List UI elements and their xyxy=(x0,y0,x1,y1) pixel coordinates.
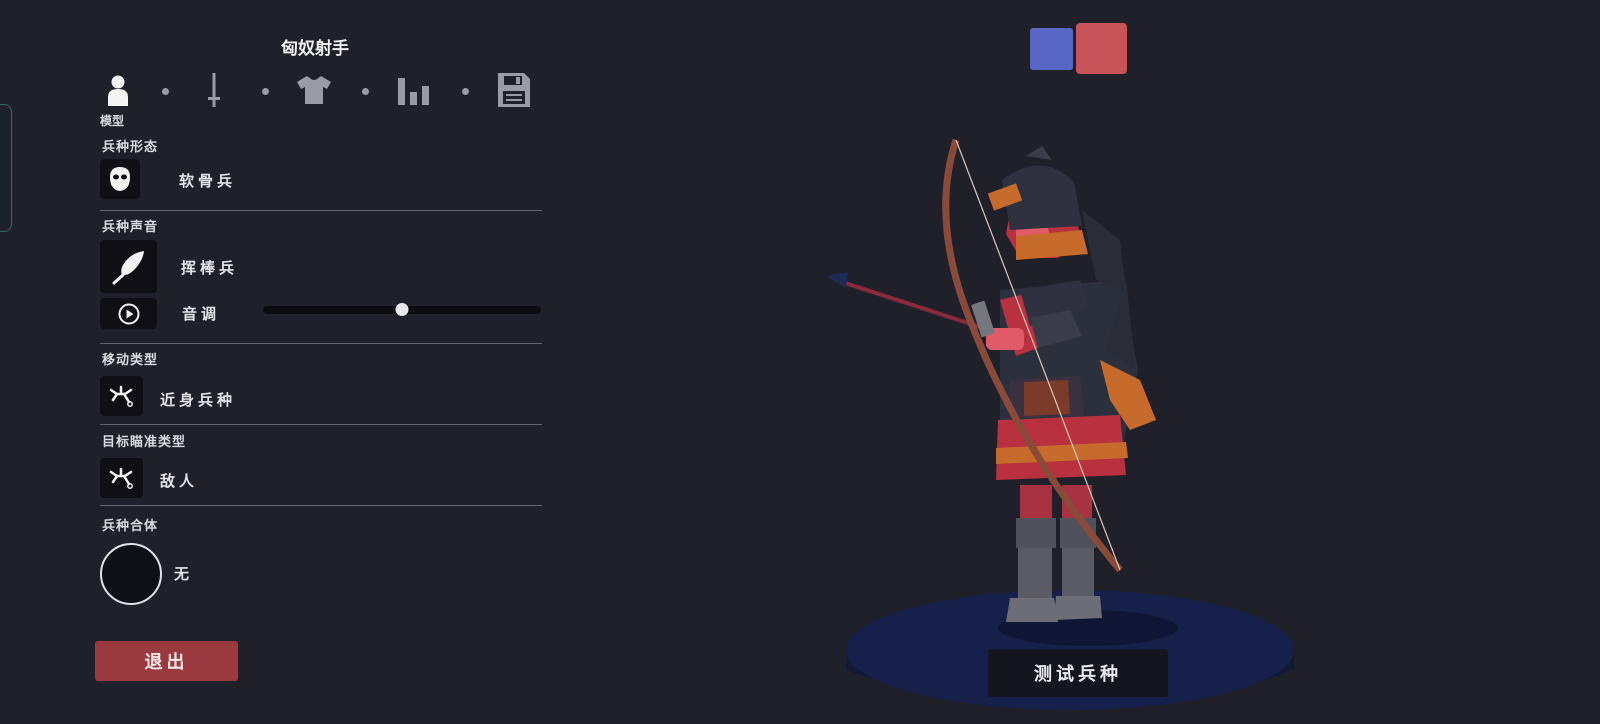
pitch-label: 音调 xyxy=(182,305,221,323)
test-unit-button[interactable]: 测试兵种 xyxy=(988,649,1168,697)
unit-preview-render xyxy=(826,138,1294,710)
move-type-value: 近身兵种 xyxy=(160,391,237,409)
feather-icon xyxy=(112,250,144,284)
unit-name-title: 匈奴射手 xyxy=(281,39,349,59)
shirt-icon xyxy=(297,76,331,104)
form-select-button[interactable] xyxy=(100,159,140,199)
combine-value: 无 xyxy=(174,565,194,583)
sword-icon xyxy=(208,73,220,107)
play-icon xyxy=(118,303,139,324)
section-divider xyxy=(100,343,542,344)
team-red-swatch[interactable] xyxy=(1076,23,1127,74)
section-label-sound: 兵种声音 xyxy=(102,220,159,235)
team-blue-swatch[interactable] xyxy=(1030,28,1073,70)
tab-save[interactable] xyxy=(496,70,532,110)
section-label-form: 兵种形态 xyxy=(102,140,159,155)
mask-icon xyxy=(110,167,130,191)
form-value: 软骨兵 xyxy=(179,172,237,190)
tab-clothing[interactable] xyxy=(296,70,332,110)
pitch-slider-knob[interactable] xyxy=(395,303,409,316)
side-edge-tab[interactable] xyxy=(0,104,12,232)
tab-separator-dot xyxy=(362,88,369,95)
archer-legs xyxy=(1006,485,1102,622)
aim-figure-icon xyxy=(109,467,133,489)
sound-value: 挥棒兵 xyxy=(181,259,239,277)
tab-separator-dot xyxy=(462,88,469,95)
tab-stats[interactable] xyxy=(396,70,432,110)
section-divider xyxy=(100,424,542,425)
running-figure-icon xyxy=(109,385,133,407)
target-type-value: 敌人 xyxy=(160,472,199,490)
section-divider xyxy=(100,210,542,211)
section-label-move: 移动类型 xyxy=(102,353,159,368)
section-divider xyxy=(100,505,542,506)
target-type-select-button[interactable] xyxy=(100,458,143,498)
tab-model-caption: 模型 xyxy=(100,114,125,128)
section-label-target: 目标瞄准类型 xyxy=(102,435,187,450)
tab-separator-dot xyxy=(162,88,169,95)
archer-head xyxy=(987,146,1126,290)
section-label-combine: 兵种合体 xyxy=(102,519,159,534)
person-icon xyxy=(108,75,128,106)
move-type-select-button[interactable] xyxy=(100,376,143,416)
combine-unit-slot[interactable] xyxy=(100,543,162,605)
stats-icon xyxy=(398,78,429,105)
sound-select-button[interactable] xyxy=(100,240,157,293)
pitch-slider[interactable] xyxy=(263,303,541,316)
tab-weapons[interactable] xyxy=(196,70,232,110)
save-icon xyxy=(498,73,530,107)
tab-model[interactable] xyxy=(100,70,136,110)
unit-preview[interactable] xyxy=(820,130,1320,720)
tab-separator-dot xyxy=(262,88,269,95)
exit-button[interactable]: 退出 xyxy=(95,641,238,681)
editor-tab-bar: 模型 xyxy=(100,70,532,128)
play-sound-button[interactable] xyxy=(100,298,157,329)
